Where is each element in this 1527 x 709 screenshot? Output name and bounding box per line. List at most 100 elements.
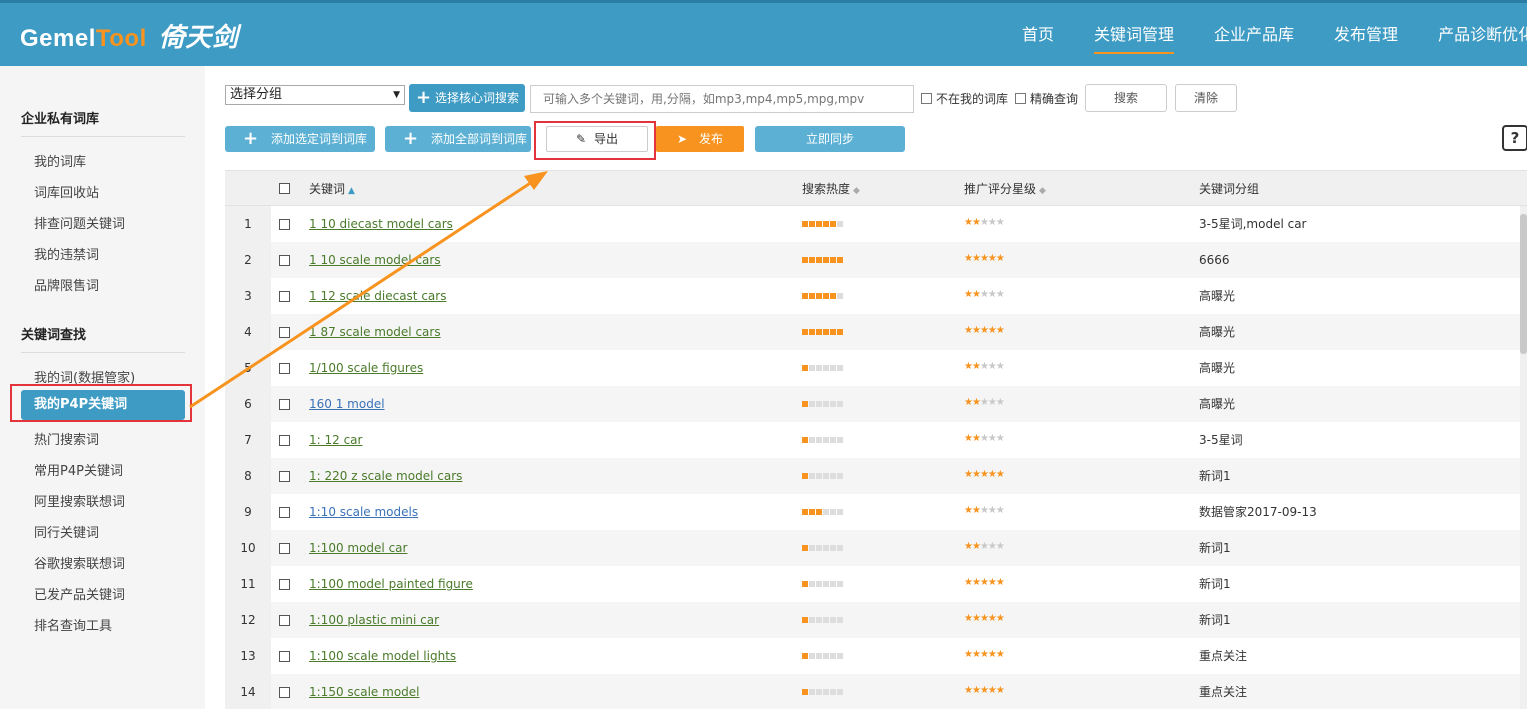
sidebar-item-rank-tool[interactable]: 排名查询工具 (34, 615, 112, 634)
keyword-link[interactable]: 1 10 diecast model cars (309, 206, 453, 242)
keyword-input[interactable] (530, 85, 914, 113)
heat-bar-segment (837, 617, 843, 623)
table-row[interactable]: 13 1:100 scale model lights ★★★★★ 重点关注 (225, 638, 1527, 674)
row-checkbox[interactable] (279, 327, 290, 338)
core-word-search-button[interactable]: + 选择核心词搜索 (409, 84, 525, 112)
keyword-link[interactable]: 1:100 scale model lights (309, 638, 456, 674)
table-row[interactable]: 11 1:100 model painted figure ★★★★★ 新词1 (225, 566, 1527, 602)
nav-home[interactable]: 首页 (1002, 3, 1074, 66)
sidebar-item-published-keywords[interactable]: 已发产品关键词 (34, 584, 125, 603)
th-rating[interactable]: 推广评分星级 ◆ (964, 171, 1046, 209)
th-keyword[interactable]: 关键词 ▲ (309, 171, 355, 209)
sidebar-item-common-p4p[interactable]: 常用P4P关键词 (34, 460, 123, 479)
keyword-link[interactable]: 1 12 scale diecast cars (309, 278, 446, 314)
rating-stars: ★★★★★ (964, 613, 1005, 624)
select-all-checkbox[interactable] (279, 183, 290, 194)
not-in-lib-checkbox[interactable]: 不在我的词库 (921, 90, 1008, 107)
row-number: 13 (225, 638, 271, 674)
heat-bar-segment (802, 257, 808, 263)
table-row[interactable]: 7 1: 12 car ★★★★★ 3-5星词 (225, 422, 1527, 458)
nav-keyword-management[interactable]: 关键词管理 (1074, 3, 1194, 66)
keyword-link[interactable]: 1:100 model painted figure (309, 566, 473, 602)
help-icon[interactable]: ? (1502, 125, 1527, 151)
row-checkbox[interactable] (279, 255, 290, 266)
sidebar-item-banned-words[interactable]: 我的违禁词 (34, 244, 99, 263)
row-checkbox[interactable] (279, 471, 290, 482)
table-row[interactable]: 10 1:100 model car ★★★★★ 新词1 (225, 530, 1527, 566)
sidebar-item-problem-keywords[interactable]: 排查问题关键词 (34, 213, 125, 232)
table-row[interactable]: 31 12 scale diecast cars ★★★★★ 高曝光 (225, 278, 1527, 314)
heat-bar-segment (809, 365, 815, 371)
keyword-link[interactable]: 1 87 scale model cars (309, 314, 441, 350)
keyword-link[interactable]: 160 1 model (309, 386, 385, 422)
star-icon: ★ (964, 397, 973, 408)
publish-button[interactable]: ➤ 发布 (656, 126, 744, 152)
search-button[interactable]: 搜索 (1085, 84, 1167, 112)
sidebar-item-recycle[interactable]: 词库回收站 (34, 182, 99, 201)
sync-now-button[interactable]: 立即同步 (755, 126, 905, 152)
table-row[interactable]: 11 10 diecast model cars ★★★★★ 3-5星词,model… (225, 206, 1527, 242)
star-icon: ★ (995, 613, 1005, 624)
keyword-link[interactable]: 1: 220 z scale model cars (309, 458, 462, 494)
row-checkbox[interactable] (279, 651, 290, 662)
sidebar-item-hot-search[interactable]: 热门搜索词 (34, 429, 99, 448)
keyword-link[interactable]: 1:100 model car (309, 530, 407, 566)
row-checkbox[interactable] (279, 399, 290, 410)
sidebar-item-google-suggest[interactable]: 谷歌搜索联想词 (34, 553, 125, 572)
row-number: 14 (225, 674, 271, 709)
logo[interactable]: GemelTool 倚天剑 (20, 17, 238, 54)
star-icon: ★ (995, 685, 1005, 696)
heat-bar-segment (837, 365, 843, 371)
row-checkbox[interactable] (279, 615, 290, 626)
checkbox-icon (1015, 93, 1026, 104)
heat-bar-segment (816, 509, 822, 515)
nav-publish-management[interactable]: 发布管理 (1314, 3, 1418, 66)
keyword-link[interactable]: 1:100 plastic mini car (309, 602, 439, 638)
exact-query-checkbox[interactable]: 精确查询 (1015, 90, 1078, 107)
nav-product-library[interactable]: 企业产品库 (1194, 3, 1314, 66)
star-icon: ★ (971, 649, 981, 660)
add-all-button[interactable]: + 添加全部词到词库 (385, 126, 531, 152)
sidebar-item-my-lib[interactable]: 我的词库 (34, 151, 86, 170)
table-header: 关键词 ▲ 搜索热度 ◆ 推广评分星级 ◆ 关键词分组 (225, 170, 1527, 206)
row-checkbox[interactable] (279, 579, 290, 590)
table-row[interactable]: 8 1: 220 z scale model cars ★★★★★ 新词1 (225, 458, 1527, 494)
row-checkbox[interactable] (279, 291, 290, 302)
keyword-link[interactable]: 1:150 scale model (309, 674, 420, 709)
keyword-link[interactable]: 1:10 scale models (309, 494, 418, 530)
row-checkbox[interactable] (279, 687, 290, 698)
keyword-link[interactable]: 1: 12 car (309, 422, 362, 458)
row-checkbox[interactable] (279, 507, 290, 518)
star-icon: ★ (971, 217, 981, 228)
keyword-link[interactable]: 1/100 scale figures (309, 350, 423, 386)
row-checkbox[interactable] (279, 219, 290, 230)
table-row[interactable]: 14 1:150 scale model ★★★★★ 重点关注 (225, 674, 1527, 709)
row-checkbox[interactable] (279, 543, 290, 554)
keyword-link[interactable]: 1 10 scale model cars (309, 242, 441, 278)
th-heat[interactable]: 搜索热度 ◆ (802, 171, 860, 209)
table-row[interactable]: 41 87 scale model cars ★★★★★ 高曝光 (225, 314, 1527, 350)
table-row[interactable]: 21 10 scale model cars ★★★★★ 6666 (225, 242, 1527, 278)
table-row[interactable]: 6 160 1 model ★★★★★ 高曝光 (225, 386, 1527, 422)
row-checkbox[interactable] (279, 363, 290, 374)
row-checkbox[interactable] (279, 435, 290, 446)
sidebar-item-peer-keywords[interactable]: 同行关键词 (34, 522, 99, 541)
heat-bar-segment (802, 329, 808, 335)
heat-bar-segment (809, 617, 815, 623)
heat-bar-segment (809, 509, 815, 515)
scrollbar[interactable] (1520, 206, 1527, 709)
group-select[interactable]: 选择分组 ▼ (225, 85, 405, 105)
scrollbar-thumb[interactable] (1520, 214, 1527, 354)
sidebar-item-ali-suggest[interactable]: 阿里搜索联想词 (34, 491, 125, 510)
star-icon: ★ (995, 361, 1005, 372)
nav-product-diagnosis[interactable]: 产品诊断优化 (1418, 3, 1527, 66)
search-heat-bar (802, 689, 844, 695)
sidebar-item-brand-restricted[interactable]: 品牌限售词 (34, 275, 99, 294)
table-row[interactable]: 5 1/100 scale figures ★★★★★ 高曝光 (225, 350, 1527, 386)
table-row[interactable]: 12 1:100 plastic mini car ★★★★★ 新词1 (225, 602, 1527, 638)
add-selected-button[interactable]: + 添加选定词到词库 (225, 126, 375, 152)
heat-bar-segment (830, 329, 836, 335)
clear-button[interactable]: 清除 (1175, 84, 1237, 112)
keyword-group: 3-5星词,model car (1199, 217, 1307, 231)
table-row[interactable]: 9 1:10 scale models ★★★★★ 数据管家2017-09-13 (225, 494, 1527, 530)
